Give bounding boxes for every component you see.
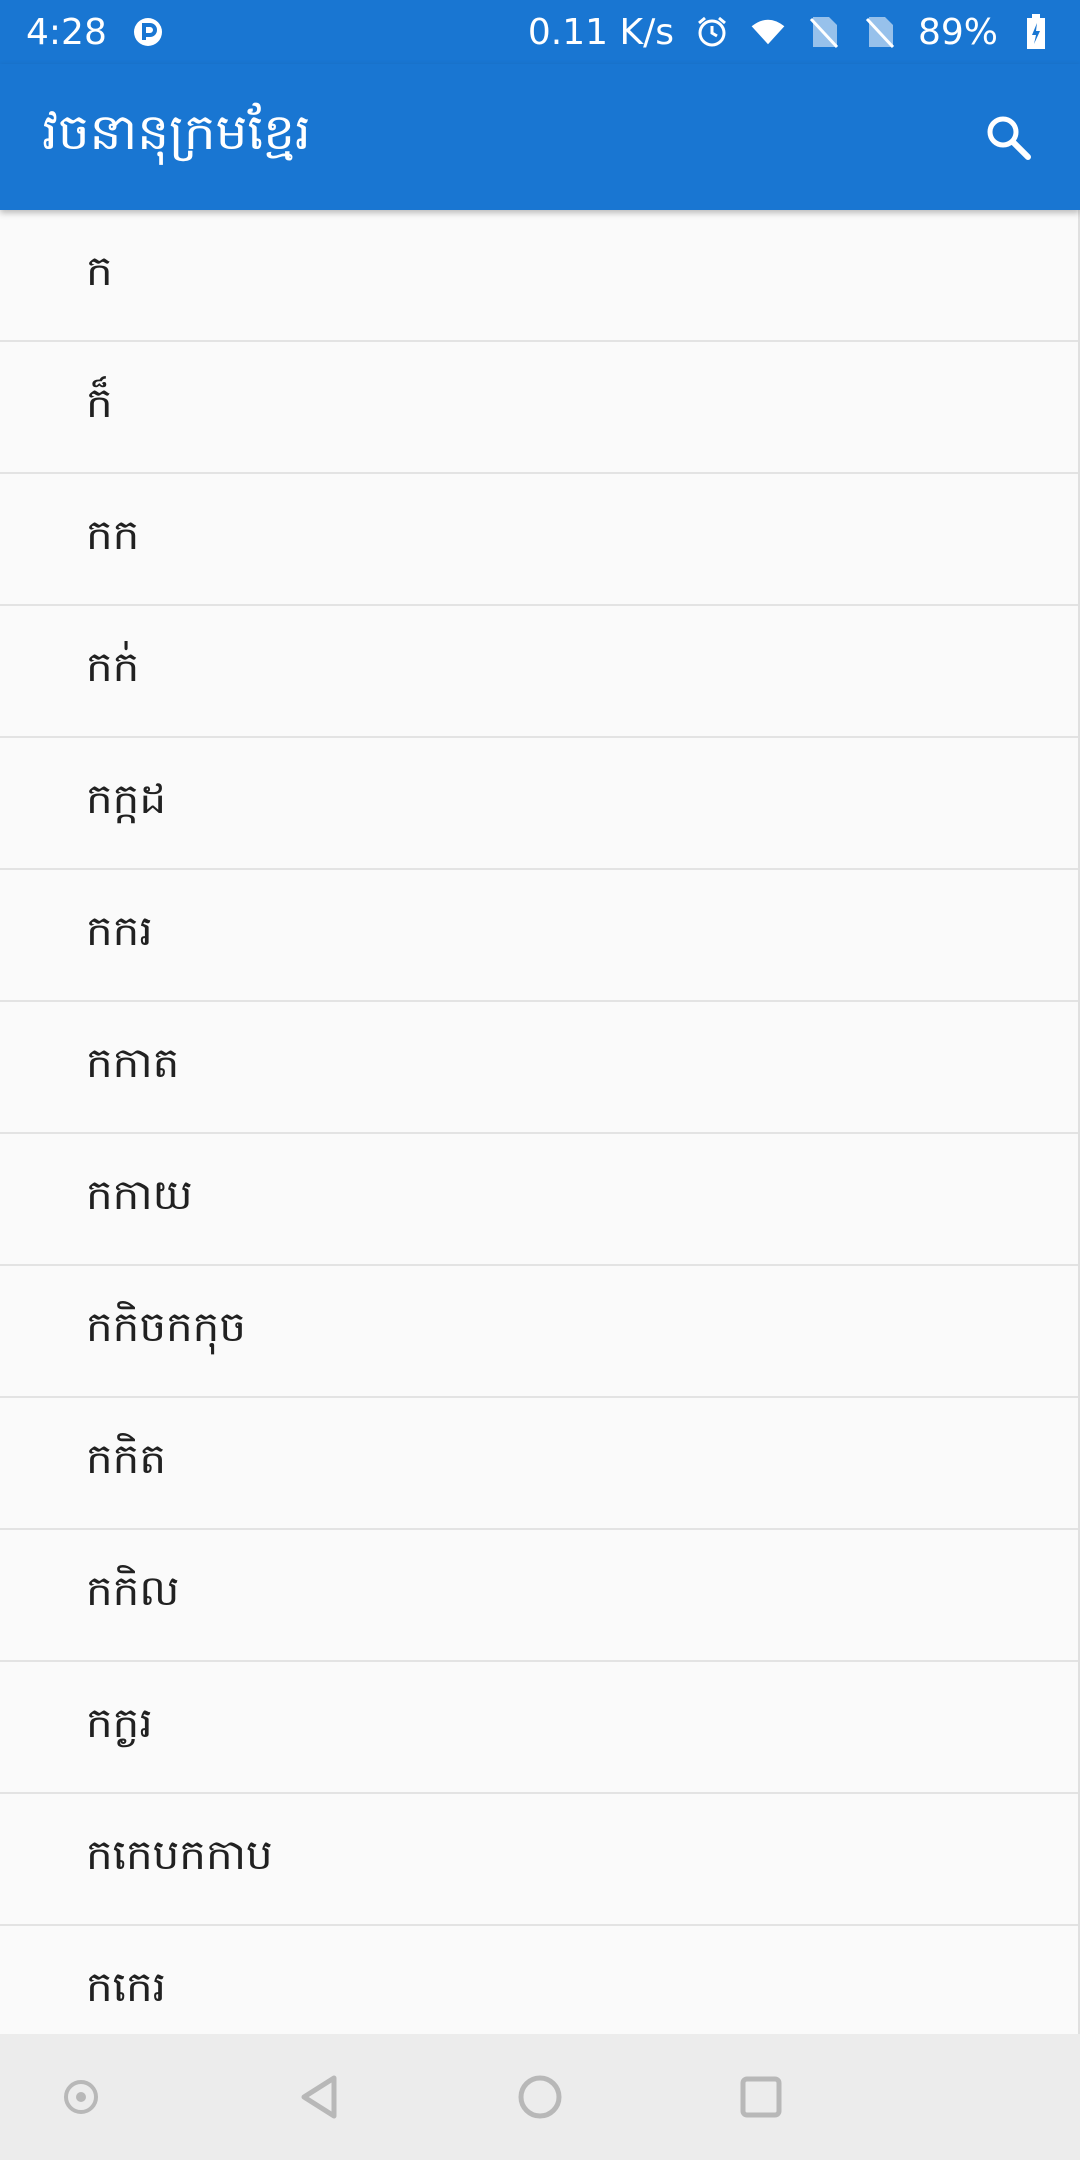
no-sim-icon (862, 14, 898, 50)
status-bar: 4:28 0.11 K/s 89% (0, 0, 1080, 64)
network-speed: 0.11 K/s (527, 11, 674, 53)
app-title: វចនានុក្រមខ្មែរ (42, 102, 311, 161)
list-item[interactable]: ក៏ (0, 342, 1078, 474)
list-item[interactable]: កកិត (0, 1398, 1078, 1530)
no-sim-icon (806, 14, 842, 50)
list-item[interactable]: កកិល (0, 1530, 1078, 1662)
list-item[interactable]: ក (0, 210, 1078, 342)
assist-button[interactable] (48, 2064, 114, 2130)
alarm-icon (694, 14, 730, 50)
list-item[interactable]: កក់ (0, 606, 1078, 738)
home-button[interactable] (507, 2064, 573, 2130)
list-item[interactable]: កកាយ (0, 1134, 1078, 1266)
recents-button[interactable] (728, 2064, 794, 2130)
back-button[interactable] (286, 2064, 352, 2130)
list-item[interactable]: កកាត (0, 1002, 1078, 1134)
status-right: 0.11 K/s 89% (528, 12, 1054, 53)
assist-icon (64, 2080, 98, 2114)
app-bar: វចនានុក្រមខ្មែរ (0, 64, 1080, 210)
home-icon (518, 2075, 562, 2119)
list-item[interactable]: កកេបកកាប (0, 1794, 1078, 1926)
word-list: ក ក៏ កក កក់ កក្កដ កករ កកាត កកាយ កកិចកកុច… (0, 210, 1080, 2034)
list-item[interactable]: កកិចកកុច (0, 1266, 1078, 1398)
back-icon (301, 2075, 337, 2119)
battery-icon (1018, 14, 1054, 50)
list-item[interactable]: កក្ងរ (0, 1662, 1078, 1794)
list-item[interactable]: កក (0, 474, 1078, 606)
status-time: 4:28 (26, 11, 107, 53)
search-icon (987, 116, 1031, 160)
wifi-icon (750, 14, 786, 50)
list-item[interactable]: កករ (0, 870, 1078, 1002)
search-button[interactable] (978, 107, 1038, 167)
recents-icon (740, 2076, 782, 2118)
battery-percent: 89% (917, 11, 998, 53)
list-item[interactable]: កក្កដ (0, 738, 1078, 870)
p-icon (133, 17, 163, 47)
status-left: 4:28 (26, 12, 163, 53)
list-item[interactable]: កកេរ (0, 1926, 1078, 2034)
navigation-bar (0, 2034, 1080, 2160)
